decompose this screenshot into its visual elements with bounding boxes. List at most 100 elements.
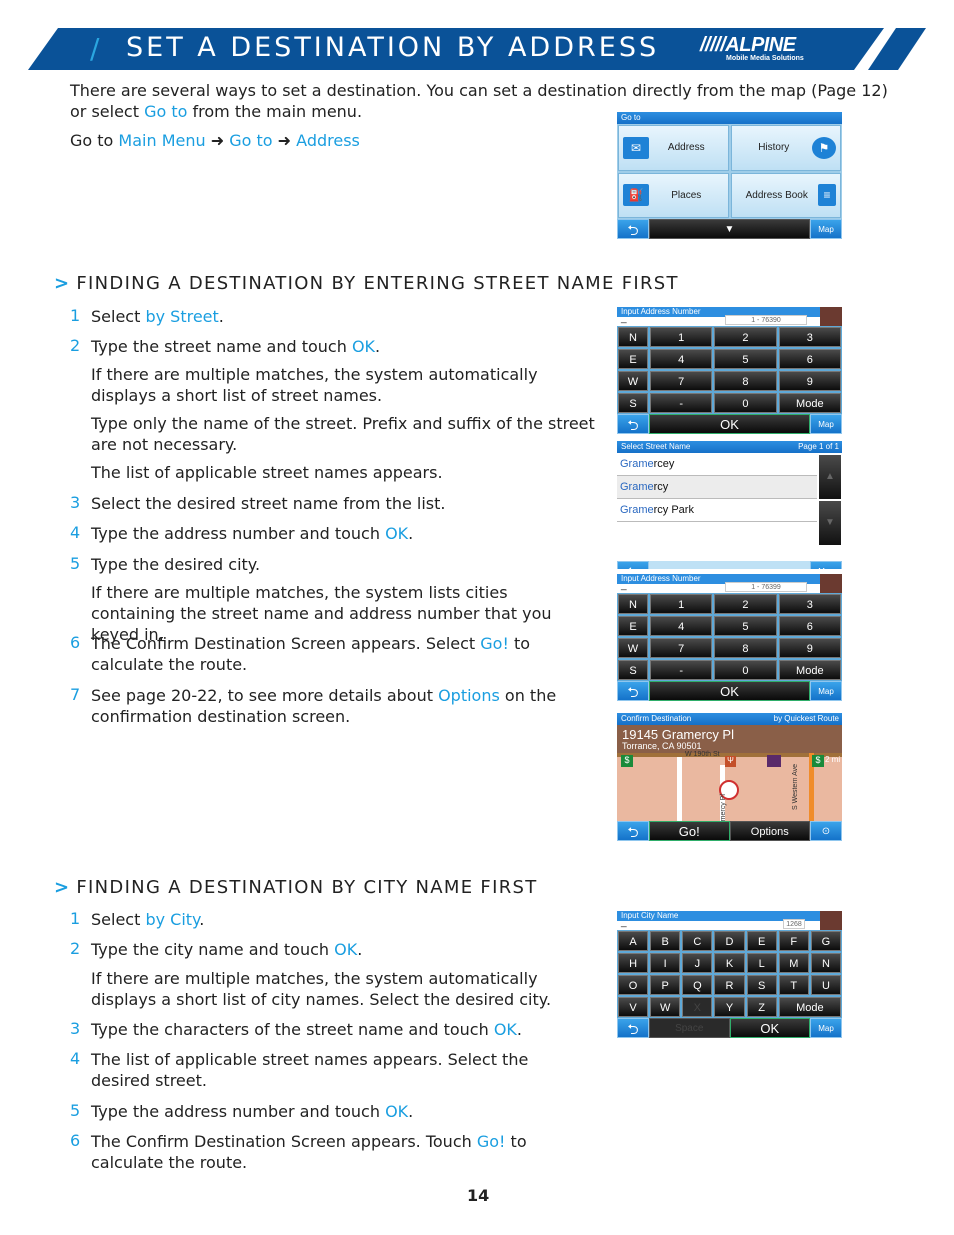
key[interactable]: W bbox=[650, 997, 681, 1017]
key[interactable]: 3 bbox=[778, 594, 841, 614]
list-item[interactable]: Gramercey bbox=[617, 453, 817, 476]
path-main-menu: Main Menu bbox=[118, 131, 206, 150]
key[interactable]: S bbox=[618, 393, 648, 413]
key[interactable]: L bbox=[746, 953, 777, 973]
city-name-input[interactable]: Input City Name _ 1268 bbox=[617, 911, 842, 930]
map-button[interactable]: Map bbox=[810, 561, 842, 569]
key[interactable]: G bbox=[810, 931, 841, 951]
back-button[interactable]: ⮌ bbox=[617, 561, 649, 569]
key[interactable]: 0 bbox=[714, 660, 777, 680]
key[interactable]: S bbox=[618, 660, 648, 680]
back-button[interactable]: ⮌ bbox=[617, 1018, 649, 1038]
key[interactable]: N bbox=[810, 953, 841, 973]
confirm-destination-screen: Confirm Destination by Quickest Route 191… bbox=[617, 713, 842, 841]
key[interactable]: A bbox=[618, 931, 649, 951]
match-count: 1268 bbox=[783, 919, 805, 929]
intro-line1: There are several ways to set a destinat… bbox=[70, 81, 888, 100]
key[interactable]: 0 bbox=[714, 393, 777, 413]
range-hint: 1 - 76390 bbox=[725, 315, 807, 325]
key[interactable]: 1 bbox=[650, 327, 713, 347]
backspace-button[interactable] bbox=[820, 574, 842, 593]
goto-history-button[interactable]: History ⚑ bbox=[730, 125, 841, 171]
key[interactable]: N bbox=[618, 594, 648, 614]
key[interactable]: - bbox=[650, 393, 713, 413]
page-indicator: Page 1 of 1 bbox=[798, 442, 839, 451]
compass-button[interactable]: ⊙ bbox=[810, 821, 842, 841]
ok-button[interactable]: OK bbox=[649, 681, 810, 701]
back-button[interactable]: ⮌ bbox=[617, 414, 649, 434]
key[interactable]: M bbox=[778, 953, 809, 973]
key[interactable]: - bbox=[650, 660, 713, 680]
key[interactable]: 7 bbox=[650, 371, 713, 391]
key[interactable]: H bbox=[618, 953, 649, 973]
back-button[interactable]: ⮌ bbox=[617, 219, 649, 239]
key[interactable]: S bbox=[746, 975, 777, 995]
go-button[interactable]: Go! bbox=[649, 821, 730, 841]
key[interactable]: 9 bbox=[778, 371, 841, 391]
back-button[interactable]: ⮌ bbox=[617, 681, 649, 701]
key[interactable]: K bbox=[714, 953, 745, 973]
map-button[interactable]: Map bbox=[810, 219, 842, 239]
backspace-button[interactable] bbox=[820, 307, 842, 326]
key[interactable]: C bbox=[682, 931, 713, 951]
ok-button[interactable]: OK bbox=[649, 414, 810, 434]
mode-key[interactable]: Mode bbox=[778, 997, 841, 1017]
key[interactable]: I bbox=[650, 953, 681, 973]
key[interactable]: F bbox=[778, 931, 809, 951]
key[interactable]: W bbox=[618, 371, 648, 391]
map-button[interactable]: Map bbox=[810, 1018, 842, 1038]
key[interactable]: 4 bbox=[650, 616, 713, 636]
key[interactable]: 6 bbox=[778, 616, 841, 636]
key[interactable]: U bbox=[810, 975, 841, 995]
key[interactable]: T bbox=[778, 975, 809, 995]
key[interactable]: 2 bbox=[714, 327, 777, 347]
key[interactable]: 3 bbox=[778, 327, 841, 347]
key[interactable]: J bbox=[682, 953, 713, 973]
address-number-input[interactable]: Input Address Number _ 1 - 76390 bbox=[617, 307, 842, 326]
key[interactable]: W bbox=[618, 638, 648, 658]
list-item[interactable]: Gramercy Park bbox=[617, 499, 817, 522]
backspace-button[interactable] bbox=[820, 911, 842, 930]
ok-button[interactable]: OK bbox=[729, 1018, 810, 1038]
key[interactable]: 5 bbox=[714, 349, 777, 369]
goto-address-book-button[interactable]: Address Book ≡ bbox=[730, 172, 841, 218]
key[interactable]: Z bbox=[746, 997, 777, 1017]
key[interactable]: E bbox=[618, 616, 648, 636]
key[interactable]: E bbox=[618, 349, 648, 369]
back-button[interactable]: ⮌ bbox=[617, 821, 649, 841]
key[interactable]: E bbox=[746, 931, 777, 951]
key[interactable]: Q bbox=[682, 975, 713, 995]
key[interactable]: N bbox=[618, 327, 648, 347]
key[interactable]: B bbox=[650, 931, 681, 951]
key[interactable]: O bbox=[618, 975, 649, 995]
key[interactable]: 8 bbox=[714, 638, 777, 658]
key[interactable]: 2 bbox=[714, 594, 777, 614]
goto-places-button[interactable]: ⛽ Places bbox=[618, 172, 729, 218]
step-2: Type the city name and touch OK. bbox=[91, 940, 363, 959]
scroll-down-button[interactable]: ▼ bbox=[819, 501, 841, 545]
goto-address-button[interactable]: ✉ Address bbox=[618, 125, 729, 171]
map-button[interactable]: Map bbox=[810, 414, 842, 434]
scroll-down-button[interactable]: ▼ bbox=[649, 219, 810, 239]
key[interactable]: P bbox=[650, 975, 681, 995]
key[interactable]: 8 bbox=[714, 371, 777, 391]
key[interactable]: Y bbox=[714, 997, 745, 1017]
key[interactable]: R bbox=[714, 975, 745, 995]
address-number-input[interactable]: Input Address Number _ 1 - 76399 bbox=[617, 574, 842, 593]
key[interactable]: 1 bbox=[650, 594, 713, 614]
map-view[interactable]: 19145 Gramercy Pl Torrance, CA 90501 W 1… bbox=[617, 725, 842, 821]
list-item[interactable]: Gramercy bbox=[617, 476, 817, 499]
map-button[interactable]: Map bbox=[810, 681, 842, 701]
scroll-up-button[interactable]: ▲ bbox=[819, 455, 841, 499]
key[interactable]: 4 bbox=[650, 349, 713, 369]
key[interactable]: 6 bbox=[778, 349, 841, 369]
space-button: Space bbox=[649, 1018, 730, 1038]
key[interactable]: 5 bbox=[714, 616, 777, 636]
mode-key[interactable]: Mode bbox=[778, 660, 841, 680]
key[interactable]: 7 bbox=[650, 638, 713, 658]
mode-key[interactable]: Mode bbox=[778, 393, 841, 413]
key[interactable]: 9 bbox=[778, 638, 841, 658]
key[interactable]: V bbox=[618, 997, 649, 1017]
options-button[interactable]: Options bbox=[729, 821, 810, 841]
key[interactable]: D bbox=[714, 931, 745, 951]
